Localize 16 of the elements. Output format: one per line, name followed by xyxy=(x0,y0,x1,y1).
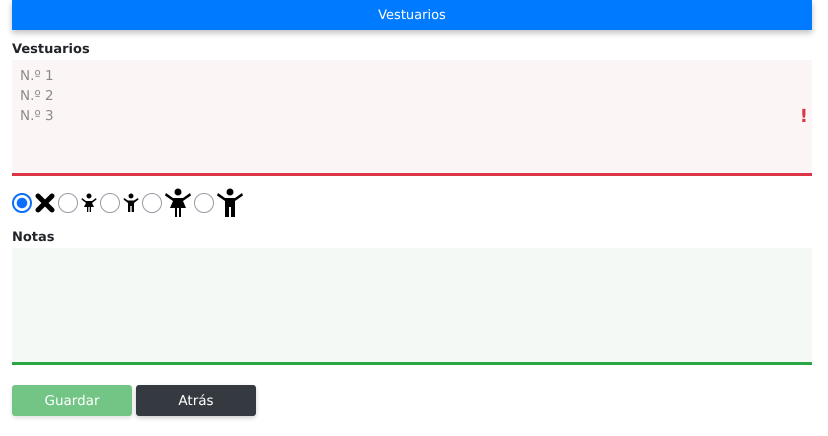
header-title: Vestuarios xyxy=(378,8,446,22)
radio-button[interactable] xyxy=(142,193,162,213)
notes-field[interactable] xyxy=(12,248,812,365)
cross-icon xyxy=(35,193,55,213)
radio-button[interactable] xyxy=(100,193,120,213)
radio-button[interactable] xyxy=(12,193,32,213)
field-label: Notas xyxy=(12,230,56,245)
woman-icon xyxy=(165,188,191,218)
error-icon: ! xyxy=(800,106,808,127)
girl-icon xyxy=(81,193,97,213)
field-label: Vestuarios xyxy=(12,42,91,57)
back-button[interactable]: Atrás xyxy=(136,385,256,416)
man-icon xyxy=(217,188,243,218)
boy-icon xyxy=(123,193,139,213)
radio-button[interactable] xyxy=(58,193,78,213)
radio-button[interactable] xyxy=(194,193,214,213)
